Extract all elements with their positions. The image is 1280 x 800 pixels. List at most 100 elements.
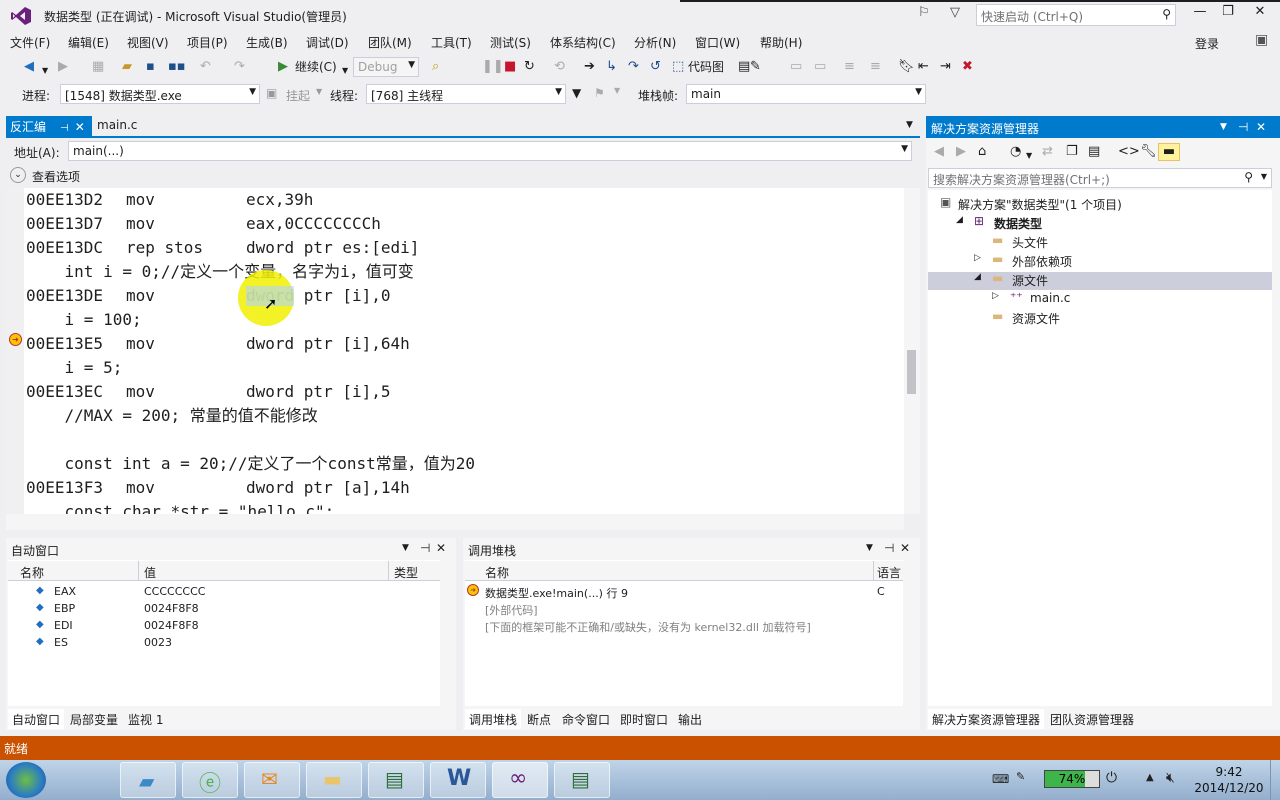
taskbar-app-document-2[interactable]: ▤ xyxy=(554,762,610,798)
sign-in-link[interactable]: 登录 xyxy=(1195,35,1219,52)
menu-project[interactable]: 项目(P) xyxy=(187,34,228,51)
menu-analyze[interactable]: 分析(N) xyxy=(634,34,676,51)
power-icon[interactable]: ⏻ xyxy=(1106,770,1117,786)
call-stack-scrollbar[interactable] xyxy=(904,560,918,706)
view-code-icon[interactable]: <> xyxy=(1118,144,1140,160)
horizontal-scrollbar[interactable] xyxy=(6,514,904,530)
step-into-icon[interactable]: ↳ xyxy=(606,59,617,75)
tab-command-window[interactable]: 命令窗口 xyxy=(558,709,614,729)
menu-window[interactable]: 窗口(W) xyxy=(695,34,740,51)
notifications-icon[interactable]: ⚐ xyxy=(918,5,930,20)
sync-icon[interactable]: ⇄ xyxy=(1042,144,1053,160)
battery-indicator[interactable]: 74% xyxy=(1044,770,1100,788)
asm-line[interactable]: 00EE13D2 mov ecx,39h xyxy=(26,188,313,212)
quick-launch-input[interactable]: 快速启动 (Ctrl+Q) ⚲ xyxy=(976,4,1176,26)
clock[interactable]: 9:42 2014/12/20 xyxy=(1194,764,1264,796)
home-icon[interactable]: ⌂ xyxy=(978,144,986,160)
code-map-button[interactable]: 代码图 xyxy=(688,59,724,75)
close-icon[interactable]: ✕ xyxy=(436,541,446,555)
tab-disassembly[interactable]: 反汇编 ⊣ ✕ xyxy=(6,116,92,136)
panel-menu-icon[interactable]: ▼ xyxy=(402,543,409,553)
variable-value[interactable]: 0024F8F8 xyxy=(144,602,199,615)
menu-debug[interactable]: 调试(D) xyxy=(306,34,349,51)
close-button[interactable]: ✕ xyxy=(1246,4,1274,24)
feedback-filter-icon[interactable]: ▽ xyxy=(950,5,960,20)
tree-item[interactable]: ◢ ⊞ 数据类型 xyxy=(956,214,1256,232)
close-tab-icon[interactable]: ✕ xyxy=(75,120,85,134)
taskbar-app-notepad[interactable]: ▰ xyxy=(120,762,176,798)
close-icon[interactable]: ✕ xyxy=(900,541,910,555)
pin-icon[interactable]: ⊣ xyxy=(420,541,430,555)
taskbar-app-browser[interactable]: ⓔ xyxy=(182,762,238,798)
stop-debugging-icon[interactable]: ■ xyxy=(504,59,516,75)
menu-architecture[interactable]: 体系结构(C) xyxy=(550,34,616,51)
code-map-icon[interactable]: ⬚ xyxy=(672,59,684,75)
forward-icon[interactable]: ▶ xyxy=(58,59,68,75)
back-icon[interactable]: ◀ xyxy=(24,59,34,75)
column-name[interactable]: 名称 xyxy=(20,564,44,581)
continue-button[interactable]: 继续(C) xyxy=(295,59,337,75)
call-stack-row[interactable]: [下面的框架可能不正确和/或缺失，没有为 kernel32.dll 加载符号] xyxy=(465,617,903,634)
pin-icon[interactable]: ⊣ xyxy=(1238,120,1248,134)
tree-item[interactable]: ▣ 解决方案"数据类型"(1 个项目) xyxy=(938,195,1238,213)
panel-menu-icon[interactable]: ▼ xyxy=(1220,122,1227,132)
view-options-bar[interactable]: ⌄ 查看选项 xyxy=(6,166,920,186)
show-desktop-button[interactable] xyxy=(1270,760,1280,800)
break-all-icon[interactable]: ❚❚ xyxy=(482,59,504,75)
continue-dropdown-icon[interactable]: ▼ xyxy=(342,63,348,79)
autos-row[interactable]: ◆ EBP 0024F8F8 xyxy=(8,600,440,617)
address-input[interactable]: main(...) ▼ xyxy=(68,141,912,161)
next-bookmark-icon[interactable]: ⇥ xyxy=(940,59,951,75)
tab-solution-explorer[interactable]: 解决方案资源管理器 xyxy=(928,709,1045,729)
asm-line[interactable]: 00EE13DC rep stos dword ptr es:[edi] xyxy=(26,236,419,260)
variable-value[interactable]: 0024F8F8 xyxy=(144,619,199,632)
pin-icon[interactable]: ⊣ xyxy=(884,541,894,555)
undo-icon[interactable]: ↶ xyxy=(200,59,211,75)
clear-bookmarks-icon[interactable]: ✖ xyxy=(962,59,973,75)
asm-line[interactable]: 00EE13D7 mov eax,0CCCCCCCCh xyxy=(26,212,381,236)
prev-bookmark-icon[interactable]: ⇤ xyxy=(918,59,929,75)
tab-watch-1[interactable]: 监视 1 xyxy=(124,709,167,729)
breakpoint-toggle-icon[interactable]: ✎ xyxy=(750,59,761,75)
show-next-statement-icon[interactable]: ➔ xyxy=(584,59,595,75)
redo-icon[interactable]: ↷ xyxy=(234,59,245,75)
pin-icon[interactable]: ⊣ xyxy=(60,123,69,134)
uncomment-icon[interactable]: ≡ xyxy=(870,59,881,75)
new-project-icon[interactable]: ▦ xyxy=(92,59,104,75)
column-name[interactable]: 名称 xyxy=(485,564,509,581)
autos-scrollbar[interactable] xyxy=(444,560,456,706)
expand-options-icon[interactable]: ⌄ xyxy=(10,167,26,183)
menu-test[interactable]: 测试(S) xyxy=(490,34,531,51)
taskbar-app-explorer[interactable]: ▬ xyxy=(306,762,362,798)
save-all-icon[interactable]: ▪▪ xyxy=(168,59,186,75)
autos-row[interactable]: ◆ ES 0023 xyxy=(8,634,440,651)
menu-file[interactable]: 文件(F) xyxy=(10,34,50,51)
apply-code-changes-icon[interactable]: ⟲ xyxy=(554,59,565,75)
call-stack-row[interactable]: [外部代码] xyxy=(465,600,903,617)
call-stack-row[interactable]: ➜ 数据类型.exe!main(...) 行 9 C xyxy=(465,583,903,600)
source-line[interactable]: //MAX = 200; 常量的值不能修改 xyxy=(26,404,318,428)
stack-frame-select[interactable]: main ▼ xyxy=(686,84,926,104)
taskbar-app-visual-studio[interactable]: ∞ xyxy=(492,762,548,798)
vertical-scrollbar-thumb[interactable] xyxy=(907,350,916,394)
close-icon[interactable]: ✕ xyxy=(1256,120,1266,134)
expanded-arrow-icon[interactable]: ◢ xyxy=(974,272,981,282)
source-line[interactable]: i = 100; xyxy=(26,308,142,332)
continue-icon[interactable]: ▶ xyxy=(278,59,288,75)
tab-main-c[interactable]: main.c xyxy=(92,116,180,136)
tree-item[interactable]: ◢ ▬ 源文件 xyxy=(974,271,1274,289)
tab-output[interactable]: 输出 xyxy=(674,709,706,729)
bookmark-icon[interactable]: 🔖︎ xyxy=(898,59,915,75)
source-line[interactable]: int i = 0;//定义一个变量，名字为i，值可变 xyxy=(26,260,414,284)
align-icon[interactable]: ▭ xyxy=(790,59,802,75)
solution-config-select[interactable]: Debug ▼ xyxy=(353,57,419,77)
tree-item[interactable]: ▬ 头文件 xyxy=(974,233,1274,251)
menu-edit[interactable]: 编辑(E) xyxy=(68,34,109,51)
forward-icon[interactable]: ▶ xyxy=(956,144,966,160)
step-out-icon[interactable]: ↺ xyxy=(650,59,661,75)
collapse-all-icon[interactable]: ❐ xyxy=(1066,144,1078,160)
menu-team[interactable]: 团队(M) xyxy=(368,34,412,51)
tab-autos[interactable]: 自动窗口 xyxy=(8,709,65,729)
flag-thread-icon[interactable]: ⚑ xyxy=(594,86,605,100)
suspend-dropdown-icon[interactable]: ▼ xyxy=(316,87,322,96)
